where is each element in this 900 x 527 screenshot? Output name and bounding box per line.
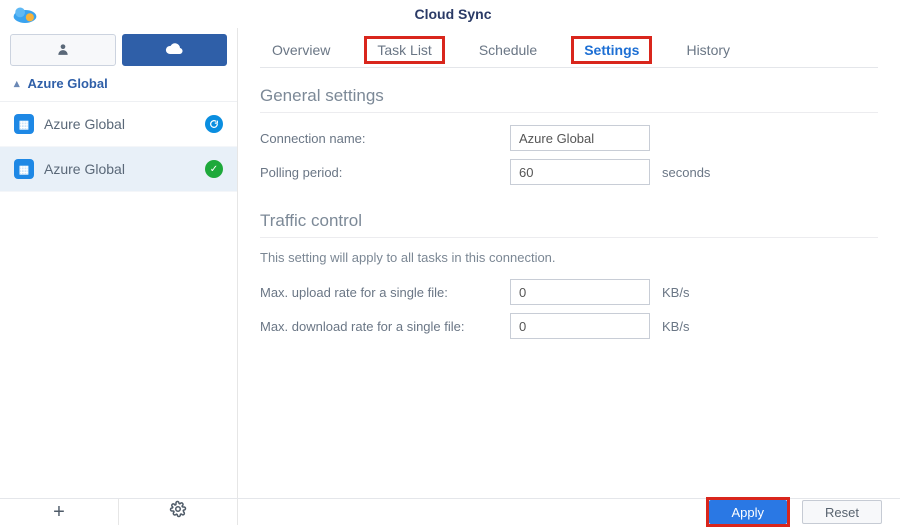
sidebar-section-toggle[interactable]: ▴ Azure Global — [0, 66, 237, 102]
polling-period-label: Polling period: — [260, 165, 510, 180]
upload-rate-label: Max. upload rate for a single file: — [260, 285, 510, 300]
tab-history[interactable]: History — [680, 36, 736, 64]
upload-rate-input[interactable] — [510, 279, 650, 305]
sidebar-item-label: Azure Global — [44, 116, 195, 132]
gear-icon — [169, 500, 187, 524]
sidebar-section-label: Azure Global — [28, 76, 108, 91]
app-title: Cloud Sync — [46, 6, 900, 22]
reset-button[interactable]: Reset — [802, 500, 882, 524]
sidebar-connection-item[interactable]: ▦ Azure Global — [0, 102, 237, 147]
sync-status-icon — [205, 115, 223, 133]
content-pane: Overview Task List Schedule Settings His… — [238, 28, 900, 498]
connection-name-label: Connection name: — [260, 131, 510, 146]
download-rate-unit: KB/s — [662, 319, 689, 334]
sidebar-item-label: Azure Global — [44, 161, 195, 177]
tab-settings[interactable]: Settings — [571, 36, 652, 64]
connection-name-input[interactable] — [510, 125, 650, 151]
sidebar-tab-cloud[interactable] — [122, 34, 228, 66]
tab-schedule[interactable]: Schedule — [473, 36, 543, 64]
provider-icon: ▦ — [14, 159, 34, 179]
upload-rate-unit: KB/s — [662, 285, 689, 300]
sidebar-tab-user[interactable] — [10, 34, 116, 66]
add-connection-button[interactable]: + — [0, 499, 118, 525]
sidebar-connection-item[interactable]: ▦ Azure Global ✓ — [0, 147, 237, 192]
title-bar: Cloud Sync — [0, 0, 900, 28]
app-logo-icon — [12, 3, 38, 25]
cloud-icon — [165, 43, 183, 58]
bottom-bar: + Apply Reset — [0, 498, 900, 525]
settings-gear-button[interactable] — [118, 499, 237, 525]
user-icon — [56, 42, 70, 59]
download-rate-input[interactable] — [510, 313, 650, 339]
tab-overview[interactable]: Overview — [266, 36, 336, 64]
apply-button[interactable]: Apply — [709, 500, 788, 524]
chevron-up-icon: ▴ — [14, 77, 20, 90]
polling-unit: seconds — [662, 165, 710, 180]
traffic-description: This setting will apply to all tasks in … — [260, 250, 878, 265]
plus-icon: + — [53, 501, 65, 524]
tab-task-list[interactable]: Task List — [364, 36, 444, 64]
ok-status-icon: ✓ — [205, 160, 223, 178]
tab-bar: Overview Task List Schedule Settings His… — [260, 32, 878, 68]
sidebar: ▴ Azure Global ▦ Azure Global ▦ Azure Gl… — [0, 28, 238, 498]
download-rate-label: Max. download rate for a single file: — [260, 319, 510, 334]
polling-period-input[interactable] — [510, 159, 650, 185]
provider-icon: ▦ — [14, 114, 34, 134]
general-settings-heading: General settings — [260, 86, 878, 106]
traffic-control-heading: Traffic control — [260, 211, 878, 231]
